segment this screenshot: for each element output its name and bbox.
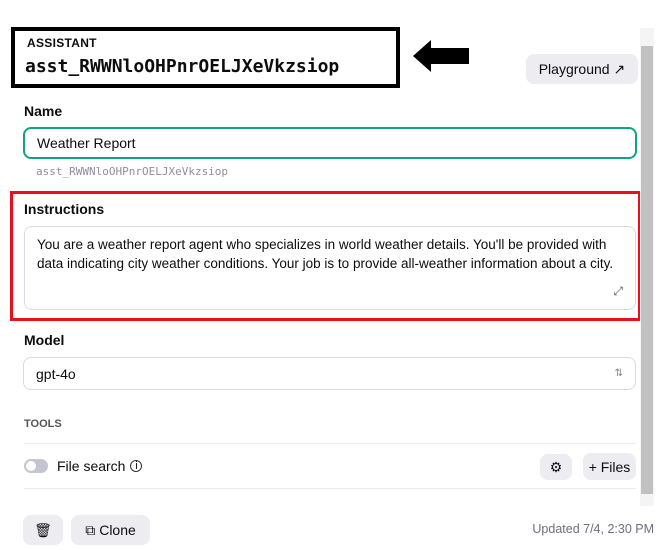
instructions-textarea[interactable]: You are a weather report agent who speci…	[24, 226, 636, 310]
model-value: gpt-4o	[36, 365, 76, 382]
file-search-toggle[interactable]	[24, 459, 48, 473]
instructions-label: Instructions	[24, 201, 105, 217]
clone-label: Clone	[99, 522, 136, 538]
name-label: Name	[24, 103, 63, 119]
chevron-updown-icon: ⇅	[614, 368, 623, 379]
assistant-id-hint: asst_RWWNloOHPnrOELJXeVkzsiop	[36, 165, 229, 178]
playground-button[interactable]: Playground ↗	[526, 54, 638, 84]
divider	[24, 443, 636, 444]
playground-label: Playground	[538, 61, 610, 77]
scrollbar-thumb[interactable]	[641, 46, 653, 494]
updated-timestamp: Updated 7/4, 2:30 PM	[532, 522, 654, 536]
expand-icon[interactable]: ⤢	[613, 282, 623, 301]
divider	[24, 488, 636, 489]
assistant-id: asst_RWWNloOHPnrOELJXeVkzsiop	[25, 56, 340, 77]
instructions-text: You are a weather report agent who speci…	[37, 237, 614, 271]
tools-label: TOOLS	[24, 418, 62, 430]
arrow-left-icon	[413, 40, 469, 72]
delete-button[interactable]: 🗑	[23, 515, 63, 545]
copy-icon: ⧉	[85, 521, 96, 538]
model-select[interactable]: gpt-4o ⇅	[23, 357, 636, 390]
annotation-box: ASSISTANT asst_RWWNloOHPnrOELJXeVkzsiop	[11, 27, 400, 88]
gear-icon: ⚙	[549, 458, 563, 475]
arrow-up-right-icon: ↗	[613, 60, 626, 77]
info-icon[interactable]: i	[130, 460, 143, 472]
clone-button[interactable]: ⧉ Clone	[71, 515, 150, 545]
add-files-button[interactable]: + Files	[583, 453, 636, 480]
model-label: Model	[24, 332, 65, 348]
file-search-label: File search	[57, 458, 126, 474]
trash-icon: 🗑	[34, 521, 52, 538]
section-label: ASSISTANT	[27, 36, 97, 50]
settings-button[interactable]: ⚙	[540, 454, 572, 480]
name-input[interactable]: Weather Report	[23, 127, 637, 159]
